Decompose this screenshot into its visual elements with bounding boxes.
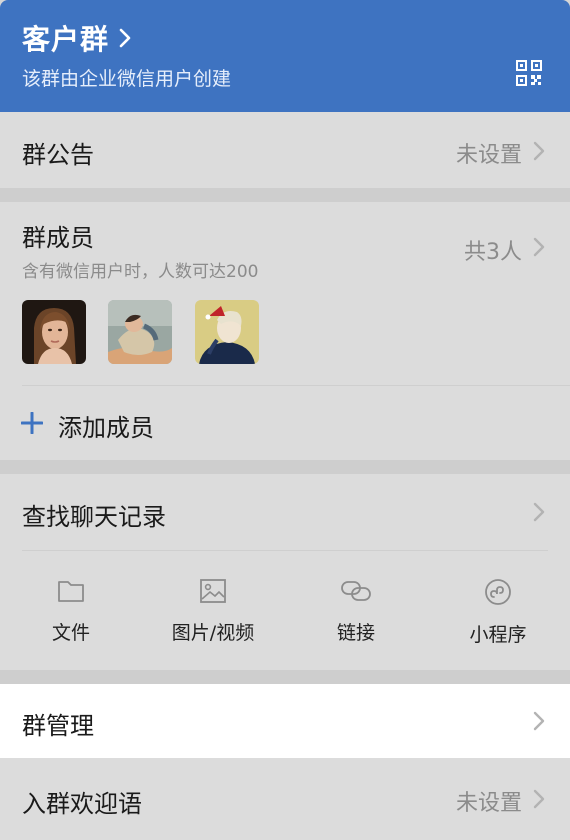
folder-icon <box>58 581 84 602</box>
plus-icon <box>21 412 43 434</box>
add-member-label: 添加成员 <box>58 414 154 442</box>
chevron-right-icon <box>119 28 131 48</box>
media-tool-label: 图片/视频 <box>171 622 255 644</box>
announcement-value: 未设置 <box>455 143 522 168</box>
announcement-row[interactable]: 群公告 未设置 <box>0 112 570 188</box>
members-label: 群成员 <box>22 224 94 252</box>
section-gap <box>0 460 570 474</box>
members-note: 含有微信用户时，人数可达200 <box>22 262 259 282</box>
add-member-button[interactable]: 添加成员 <box>0 386 570 460</box>
search-history-label: 查找聊天记录 <box>22 503 166 531</box>
member-avatar-1[interactable] <box>22 300 86 364</box>
section-gap <box>0 670 570 684</box>
announcement-label: 群公告 <box>22 141 94 169</box>
section-gap <box>0 188 570 202</box>
member-avatar-3[interactable] <box>195 300 259 364</box>
image-icon <box>200 579 226 603</box>
mini-program-tool[interactable]: 小程序 <box>438 578 558 647</box>
group-header: 客户群 该群由企业微信用户创建 <box>0 0 570 112</box>
chevron-right-icon <box>533 711 545 731</box>
link-tool[interactable]: 链接 <box>296 578 416 645</box>
group-management-label: 群管理 <box>22 712 94 740</box>
welcome-message-label: 入群欢迎语 <box>22 790 142 818</box>
media-tool[interactable]: 图片/视频 <box>153 578 273 645</box>
members-count[interactable]: 共3人 <box>464 234 522 266</box>
mini-program-tool-label: 小程序 <box>469 624 527 646</box>
file-tool[interactable]: 文件 <box>11 578 131 645</box>
chevron-right-icon <box>533 502 545 522</box>
search-history-row[interactable]: 查找聊天记录 <box>0 474 570 550</box>
mini-program-icon <box>485 579 511 605</box>
qr-code-icon[interactable] <box>516 60 542 86</box>
link-tool-label: 链接 <box>336 622 375 644</box>
chevron-right-icon <box>533 237 545 257</box>
members-section: 群成员 含有微信用户时，人数可达200 共3人 添加成员 <box>0 202 570 460</box>
chevron-right-icon <box>533 789 545 809</box>
chevron-right-icon <box>533 141 545 161</box>
history-divider <box>22 550 548 551</box>
link-icon <box>341 581 371 601</box>
member-avatar-2[interactable] <box>108 300 172 364</box>
file-tool-label: 文件 <box>51 622 90 644</box>
group-title-link[interactable]: 客户群 <box>22 18 131 58</box>
welcome-message-value: 未设置 <box>455 791 522 816</box>
group-subtitle: 该群由企业微信用户创建 <box>22 68 232 90</box>
group-management-row[interactable]: 群管理 <box>0 684 570 758</box>
group-title: 客户群 <box>22 23 110 56</box>
welcome-message-row[interactable]: 入群欢迎语 未设置 <box>0 758 570 840</box>
